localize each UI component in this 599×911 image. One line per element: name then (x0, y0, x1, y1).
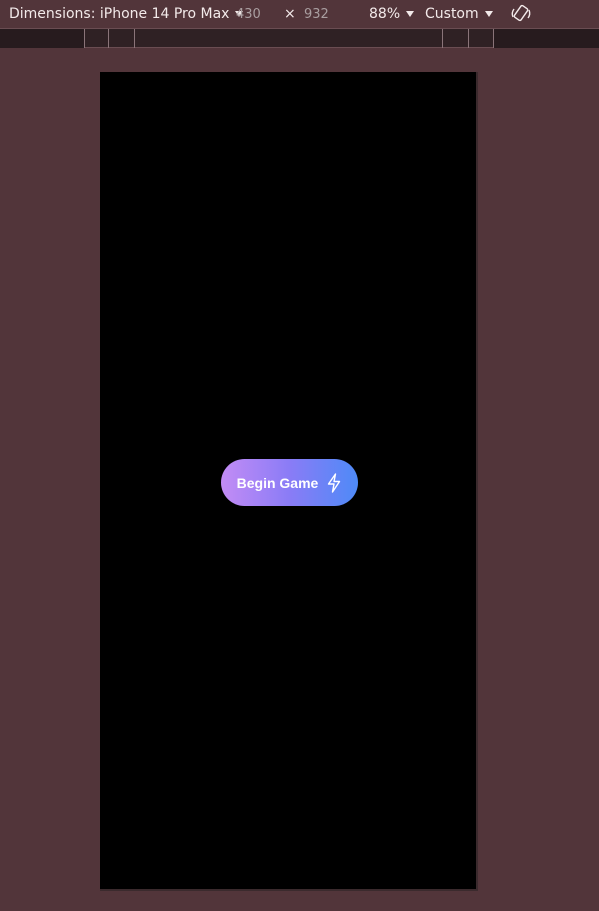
chevron-down-icon (406, 11, 415, 17)
device-toolbar: Dimensions: iPhone 14 Pro Max 430 × 932 … (0, 0, 599, 28)
times-symbol: × (284, 6, 296, 22)
throttle-dropdown[interactable]: Custom (425, 0, 493, 28)
begin-game-button[interactable]: Begin Game (221, 459, 358, 506)
width-input[interactable]: 430 (236, 0, 261, 28)
media-query-ruler[interactable] (0, 28, 599, 48)
dimensions-dropdown[interactable]: Dimensions: iPhone 14 Pro Max (9, 0, 244, 28)
height-input[interactable]: 932 (304, 0, 329, 28)
rotate-icon[interactable] (510, 0, 532, 28)
zoom-dropdown[interactable]: 88% (369, 0, 415, 28)
device-screen: Begin Game (100, 72, 478, 891)
dimensions-label: Dimensions: iPhone 14 Pro Max (9, 6, 230, 22)
lightning-bolt-icon (326, 472, 342, 493)
begin-game-label: Begin Game (236, 474, 319, 491)
throttle-label: Custom (425, 6, 479, 22)
chevron-down-icon (484, 11, 493, 17)
zoom-label: 88% (369, 6, 401, 22)
